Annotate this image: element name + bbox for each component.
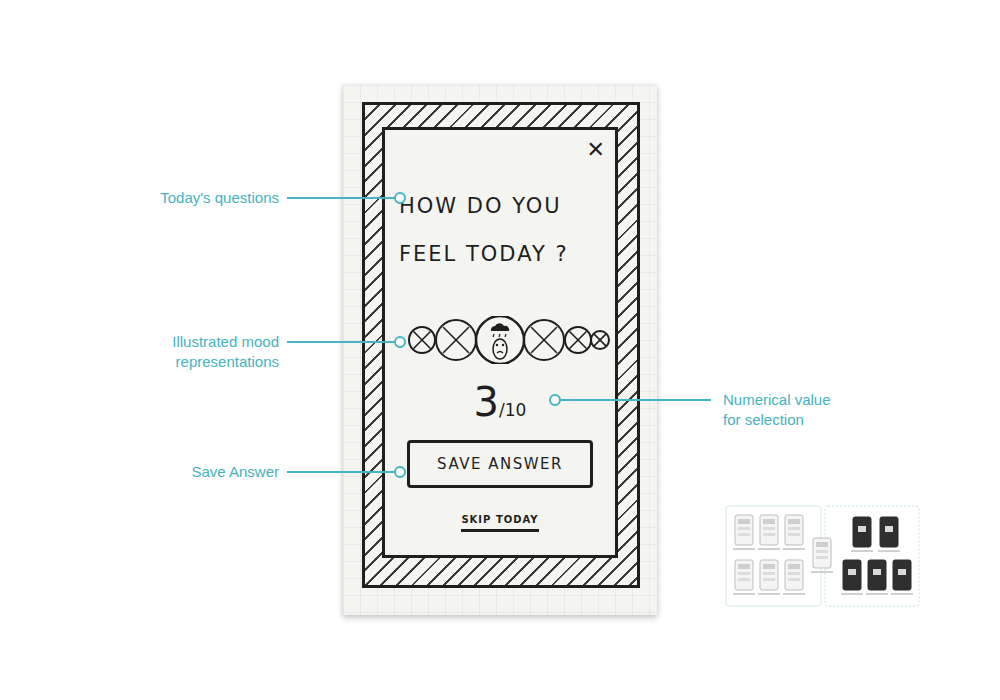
annotation-label: Save Answer bbox=[129, 462, 279, 482]
screen-flow-thumbnail bbox=[725, 505, 921, 607]
question-line: FEEL TODAY ? bbox=[399, 230, 615, 278]
rating-scale: /10 bbox=[499, 400, 526, 420]
annotation-dot bbox=[394, 336, 406, 348]
phone-screen-thumbnail bbox=[891, 560, 913, 595]
question-line: HOW DO YOU bbox=[399, 182, 615, 230]
mood-option[interactable] bbox=[565, 327, 591, 353]
phone-screen-thumbnail bbox=[733, 515, 755, 550]
annotation-dot bbox=[394, 192, 406, 204]
sketch-paper: ✕ HOW DO YOUFEEL TODAY ? 3/10 SAVE ANSWER SK… bbox=[343, 85, 657, 615]
phone-screen-thumbnail bbox=[758, 560, 780, 595]
question-modal: ✕ HOW DO YOUFEEL TODAY ? 3/10 SAVE ANSWER SK… bbox=[382, 127, 618, 558]
mood-picker bbox=[385, 316, 615, 364]
annotation-callout: Save Answer bbox=[129, 462, 406, 482]
annotation-connector bbox=[287, 332, 406, 352]
phone-screen-thumbnail bbox=[878, 517, 900, 552]
phone-screen-thumbnail bbox=[733, 560, 755, 595]
annotation-callout: Today's questions bbox=[129, 188, 406, 208]
rain-cloud-sad-face-icon bbox=[491, 323, 509, 359]
annotation-label: Illustrated mood representations bbox=[129, 332, 279, 372]
phone-screen-thumbnail bbox=[851, 517, 873, 552]
phone-screen-thumbnail bbox=[783, 560, 805, 595]
mood-option-selected[interactable] bbox=[476, 316, 524, 364]
mood-option[interactable] bbox=[591, 331, 609, 349]
annotation-line bbox=[287, 341, 394, 343]
phone-screen-thumbnail bbox=[758, 515, 780, 550]
phone-screen-thumbnail bbox=[866, 560, 888, 595]
annotation-callout: Numerical value for selection bbox=[549, 390, 845, 430]
rating-number: 3 bbox=[474, 380, 499, 424]
annotation-line bbox=[561, 399, 711, 401]
annotation-label: Today's questions bbox=[129, 188, 279, 208]
mood-carousel[interactable] bbox=[385, 316, 615, 364]
annotation-line bbox=[287, 197, 394, 199]
annotation-label: Numerical value for selection bbox=[723, 390, 845, 430]
rating-value: 3/10 bbox=[385, 380, 615, 424]
annotation-connector bbox=[549, 390, 711, 410]
phone-screen-thumbnail bbox=[811, 538, 833, 573]
mood-option[interactable] bbox=[409, 327, 435, 353]
annotation-callout: Illustrated mood representations bbox=[129, 332, 406, 372]
annotated-wireframe: ✕ HOW DO YOUFEEL TODAY ? 3/10 SAVE ANSWER SK… bbox=[0, 0, 1000, 700]
annotation-connector bbox=[287, 188, 406, 208]
skip-link[interactable]: SKIP TODAY bbox=[461, 514, 538, 532]
phone-screen-thumbnail bbox=[841, 560, 863, 595]
annotation-line bbox=[287, 471, 394, 473]
mood-option[interactable] bbox=[524, 320, 564, 360]
question-text: HOW DO YOUFEEL TODAY ? bbox=[385, 182, 615, 278]
mood-option[interactable] bbox=[436, 320, 476, 360]
annotation-dot bbox=[549, 394, 561, 406]
phone-screen-thumbnail bbox=[783, 515, 805, 550]
annotation-connector bbox=[287, 462, 406, 482]
close-button[interactable]: ✕ bbox=[587, 136, 605, 164]
annotation-dot bbox=[394, 466, 406, 478]
save-button[interactable]: SAVE ANSWER bbox=[407, 440, 593, 488]
modal-header: ✕ bbox=[385, 130, 615, 164]
